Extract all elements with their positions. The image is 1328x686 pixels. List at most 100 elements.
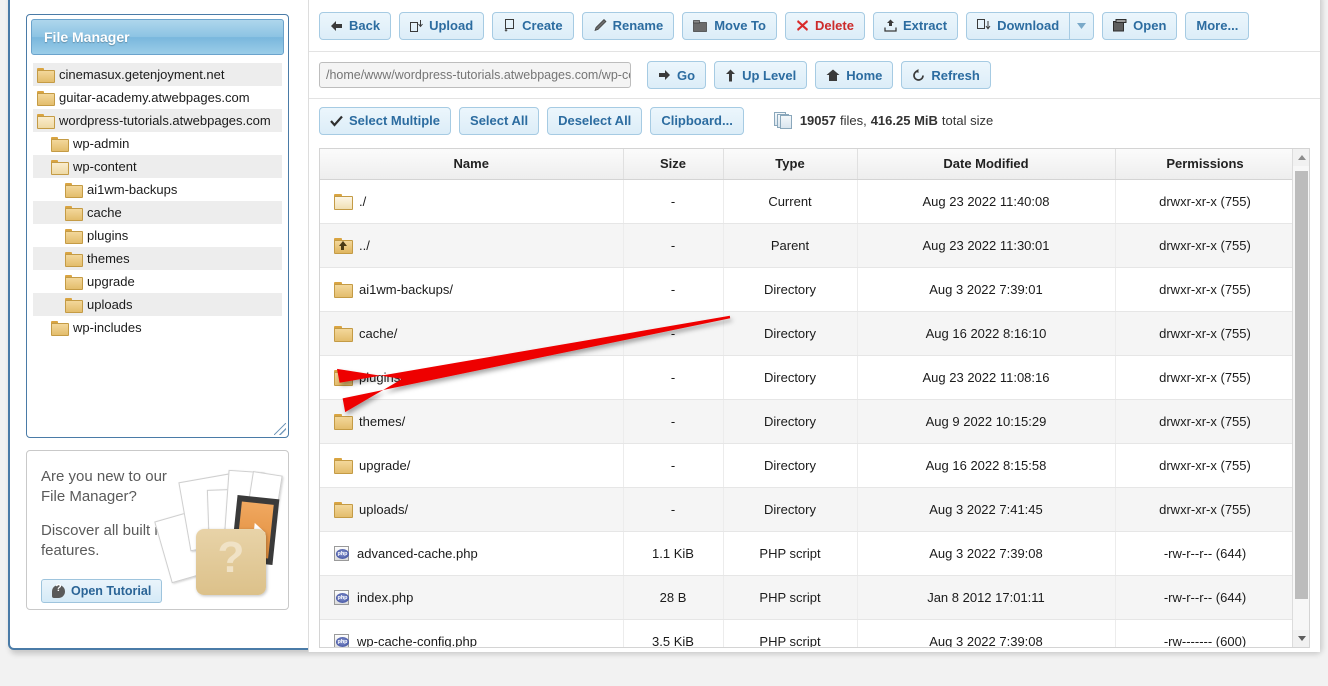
table-row[interactable]: themes/ - Directory Aug 9 2022 10:15:29 drwx… — [320, 399, 1296, 444]
file-name-cell[interactable]: upgrade/ — [320, 443, 624, 488]
file-permissions-cell: -rw------- (600) — [1115, 619, 1296, 647]
column-header[interactable]: Size — [623, 149, 724, 180]
file-type-cell: Directory — [723, 487, 858, 532]
file-name-cell[interactable]: advanced-cache.php — [320, 531, 624, 576]
open-button[interactable]: Open — [1102, 11, 1178, 40]
refresh-label: Refresh — [931, 67, 980, 83]
triangle-up-icon — [1297, 155, 1306, 160]
deselect-all-button[interactable]: Deselect All — [547, 106, 643, 135]
tree-item[interactable]: upgrade — [33, 270, 282, 293]
tree-item[interactable]: wp-content — [33, 155, 282, 178]
table-row[interactable]: ai1wm-backups/ - Directory Aug 3 2022 7:39:… — [320, 267, 1296, 312]
extract-button[interactable]: Extract — [872, 11, 959, 40]
table-row[interactable]: advanced-cache.php 1.1 KiBPHP scriptAug 3… — [320, 531, 1296, 576]
file-permissions-cell: -rw-r--r-- (644) — [1115, 575, 1296, 620]
more-button[interactable]: More... — [1185, 11, 1250, 40]
delete-label: Delete — [814, 18, 854, 33]
file-name-cell[interactable]: ../ — [320, 223, 624, 268]
open-tutorial-button[interactable]: Open Tutorial — [41, 579, 163, 603]
file-name-cell[interactable]: wp-cache-config.php — [320, 619, 624, 647]
column-header[interactable]: Name — [320, 149, 624, 180]
refresh-button[interactable]: Refresh — [901, 61, 991, 89]
file-permissions-cell: -rw-r--r-- (644) — [1115, 531, 1296, 576]
file-type-cell: PHP script — [723, 575, 858, 620]
column-header[interactable]: Type — [723, 149, 858, 180]
tree-item[interactable]: cinemasux.getenjoyment.net — [33, 63, 282, 86]
file-list-header-row: Name Size Type Date Modified Permissions — [320, 149, 1296, 180]
tree-item-label: wp-content — [73, 159, 137, 174]
file-size-cell: - — [623, 399, 724, 444]
create-button[interactable]: Create — [492, 11, 574, 40]
tree-item[interactable]: wordpress-tutorials.atwebpages.com — [33, 109, 282, 132]
extract-label: Extract — [902, 18, 948, 33]
delete-x-icon — [796, 19, 809, 32]
file-name-cell[interactable]: uploads/ — [320, 487, 624, 532]
table-row[interactable]: uploads/ - Directory Aug 3 2022 7:41:45 drwx… — [320, 487, 1296, 532]
folder-icon — [334, 502, 353, 518]
scroll-down-button[interactable] — [1293, 630, 1309, 647]
go-label: Go — [677, 67, 696, 83]
go-button[interactable]: Go — [647, 61, 707, 89]
file-name-cell[interactable]: index.php — [320, 575, 624, 620]
download-label: Download — [997, 18, 1060, 33]
file-manager-window: File Manager cinemasux.getenjoyment.net g… — [8, 0, 1320, 652]
file-count: 19057 — [799, 113, 836, 128]
back-button[interactable]: Back — [319, 11, 392, 40]
checkmark-icon — [330, 115, 343, 127]
sidebar: File Manager cinemasux.getenjoyment.net g… — [26, 14, 289, 610]
tree-item[interactable]: wp-admin — [33, 132, 282, 155]
directory-tree[interactable]: cinemasux.getenjoyment.net guitar-academy… — [27, 55, 288, 345]
tree-item[interactable]: wp-includes — [33, 316, 282, 339]
folder-open-icon — [51, 160, 69, 175]
file-name-cell[interactable]: ai1wm-backups/ — [320, 267, 624, 312]
upload-button[interactable]: Upload — [399, 11, 485, 40]
tree-item[interactable]: cache — [33, 201, 282, 224]
file-size-cell: - — [623, 487, 724, 532]
panel-resize-handle[interactable] — [274, 423, 286, 435]
tree-item[interactable]: plugins — [33, 224, 282, 247]
table-row[interactable]: plugins/ - Directory Aug 23 2022 11:08:16 dr… — [320, 355, 1296, 400]
rename-button[interactable]: Rename — [581, 11, 675, 40]
file-list-scrollbar[interactable] — [1292, 149, 1309, 647]
scrollbar-thumb[interactable] — [1295, 171, 1308, 599]
delete-button[interactable]: Delete — [784, 11, 865, 40]
clipboard-button[interactable]: Clipboard... — [650, 106, 744, 135]
up-level-button[interactable]: Up Level — [714, 61, 808, 89]
tree-item-label: guitar-academy.atwebpages.com — [59, 90, 250, 105]
file-name-cell[interactable]: themes/ — [320, 399, 624, 444]
scroll-up-button[interactable] — [1293, 149, 1309, 166]
move-to-button[interactable]: Move To — [682, 11, 777, 40]
table-row[interactable]: index.php 28 BPHP scriptJan 8 2012 17:01:… — [320, 575, 1296, 620]
tree-item[interactable]: ai1wm-backups — [33, 178, 282, 201]
tree-item[interactable]: themes — [33, 247, 282, 270]
tree-item[interactable]: uploads — [33, 293, 282, 316]
screenshot-root: File Manager cinemasux.getenjoyment.net g… — [0, 0, 1328, 686]
select-multiple-button[interactable]: Select Multiple — [319, 106, 452, 135]
tree-item[interactable]: guitar-academy.atwebpages.com — [33, 86, 282, 109]
table-row[interactable]: upgrade/ - Directory Aug 16 2022 8:15:58 drw… — [320, 443, 1296, 488]
download-button[interactable]: Download — [966, 11, 1071, 40]
table-row[interactable]: ./ - Current Aug 23 2022 11:40:08 drwxr-xr-x… — [320, 179, 1296, 224]
file-name-cell[interactable]: cache/ — [320, 311, 624, 356]
file-list-body[interactable]: ./- Current Aug 23 2022 11:40:08 drwxr-xr-x… — [320, 179, 1296, 647]
table-row[interactable]: wp-cache-config.php 3.5 KiBPHP scriptAug … — [320, 619, 1296, 647]
folder-icon — [51, 137, 69, 152]
arrow-right-icon — [658, 69, 671, 81]
clipboard-label: Clipboard... — [661, 113, 733, 128]
upload-icon — [410, 19, 423, 32]
file-name-cell[interactable]: plugins/ — [320, 355, 624, 400]
table-row[interactable]: cache/ - Directory Aug 16 2022 8:16:10 drwxr… — [320, 311, 1296, 356]
arrow-up-icon — [725, 69, 736, 82]
table-row[interactable]: ../ - Parent Aug 23 2022 11:30:01 drwxr-xr-x… — [320, 223, 1296, 268]
upload-label: Upload — [429, 18, 474, 33]
column-header[interactable]: Permissions — [1115, 149, 1296, 180]
file-name-cell[interactable]: ./ — [320, 179, 624, 224]
home-button[interactable]: Home — [815, 61, 894, 89]
select-all-button[interactable]: Select All — [459, 106, 540, 135]
download-options-caret[interactable] — [1070, 11, 1095, 40]
file-size-cell: - — [623, 179, 724, 224]
up-level-label: Up Level — [742, 67, 797, 83]
column-header[interactable]: Date Modified — [857, 149, 1116, 180]
promo-illustration: php — [154, 467, 283, 599]
path-input[interactable]: /home/www/wordpress-tutorials.atwebpages… — [319, 62, 631, 88]
